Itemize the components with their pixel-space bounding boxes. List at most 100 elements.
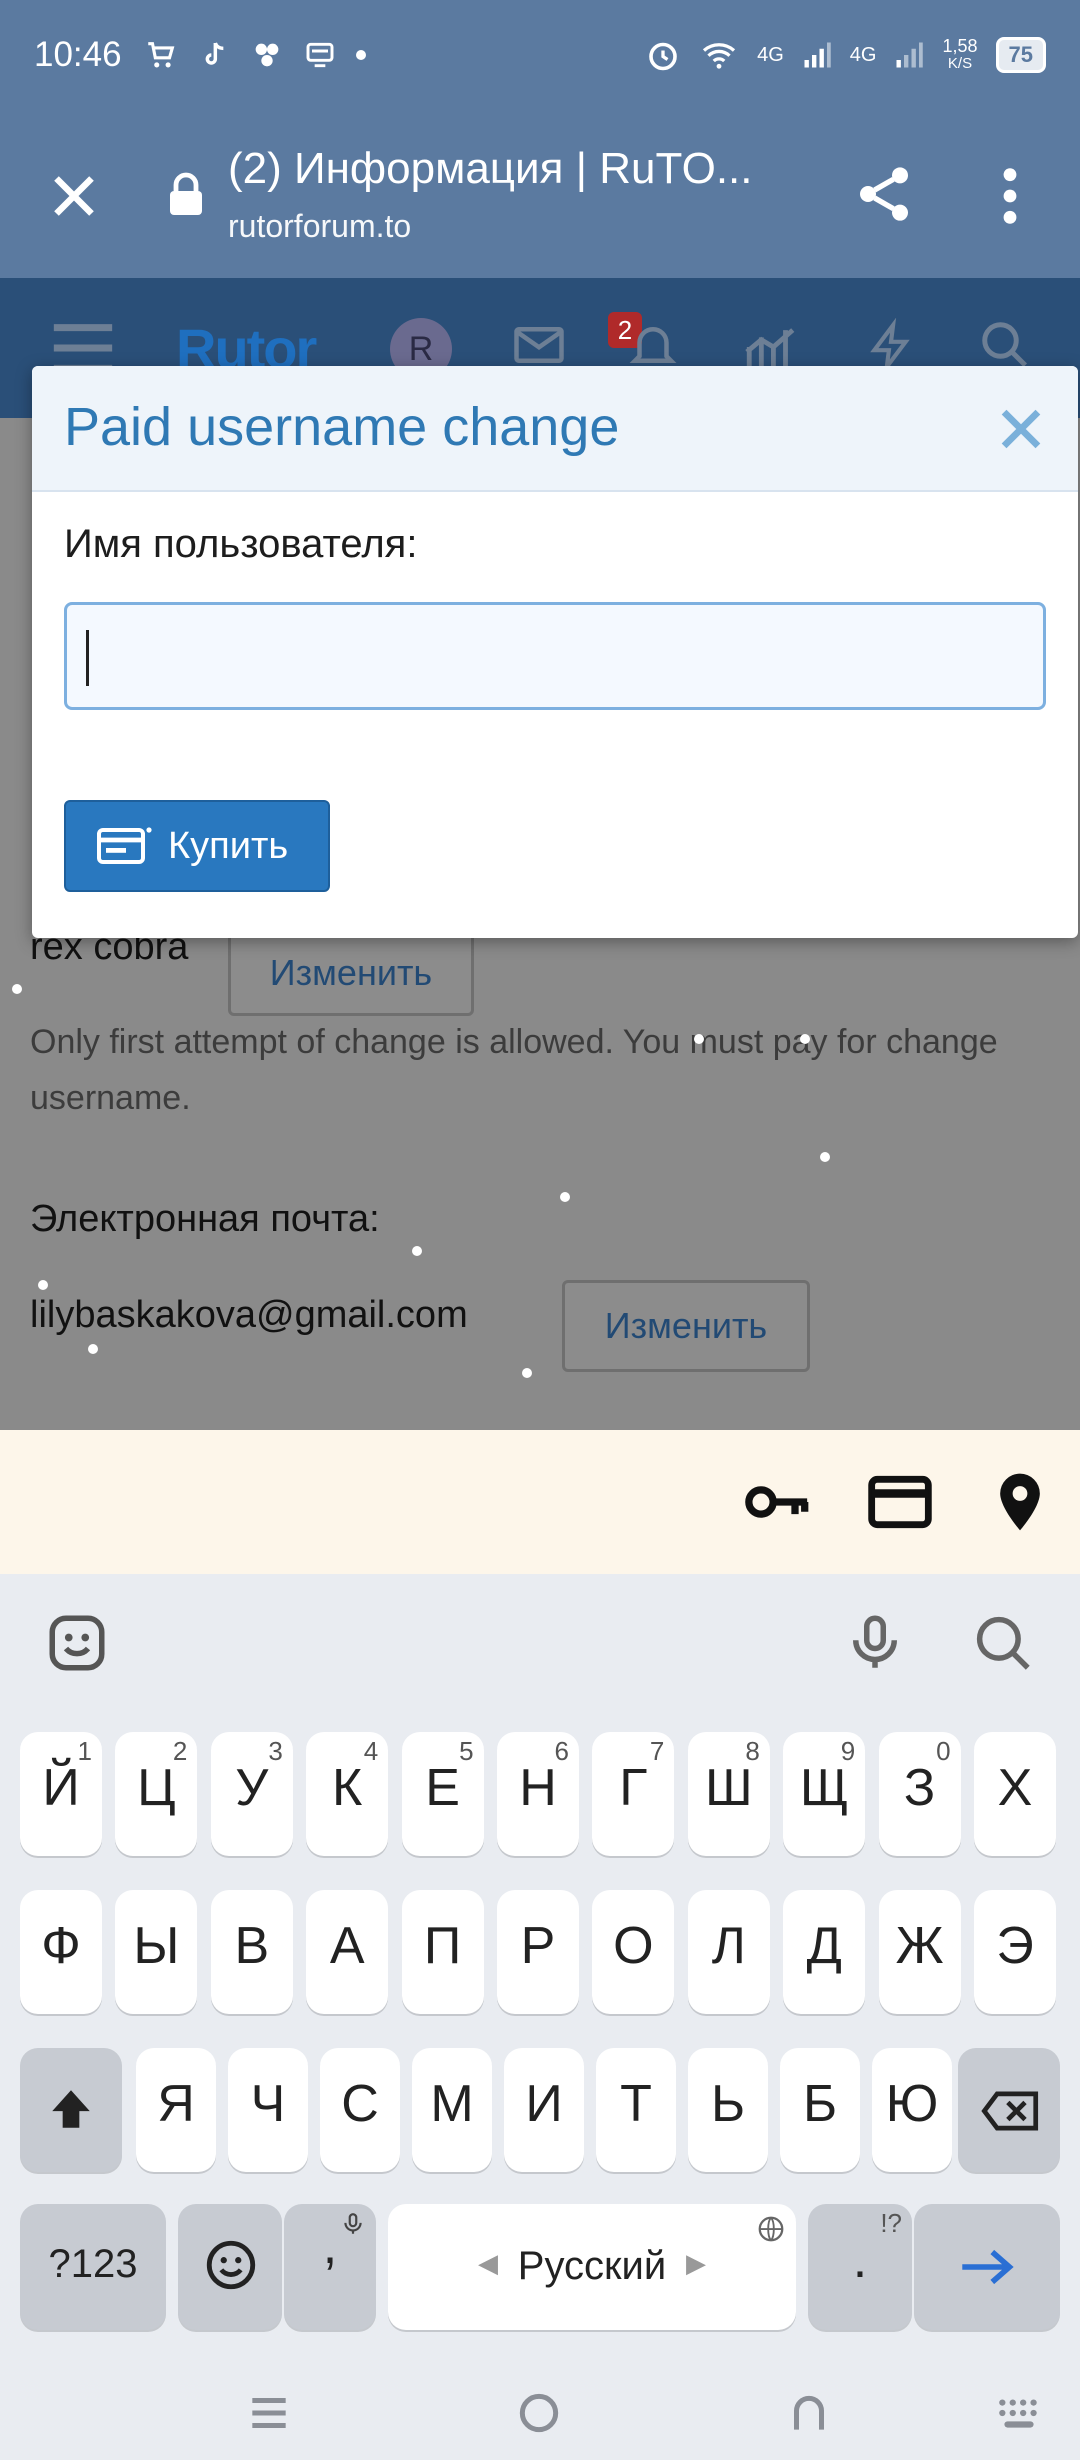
backspace-icon: [981, 2091, 1039, 2131]
key-Д[interactable]: Д: [783, 1890, 866, 2014]
mail-icon[interactable]: [512, 318, 566, 372]
key-К[interactable]: К4: [306, 1732, 389, 1856]
change-email-button[interactable]: Изменить: [562, 1280, 810, 1372]
change-username-button[interactable]: Изменить: [228, 930, 474, 1016]
notification-icons: [144, 38, 366, 72]
buy-button[interactable]: Купить: [64, 800, 330, 892]
key-М[interactable]: М: [412, 2048, 492, 2172]
key-number-hint: 8: [745, 1736, 760, 1766]
key-label: Ь: [710, 2075, 746, 2133]
email-value: lilybaskakova@gmail.com: [30, 1294, 468, 1336]
sticker-icon[interactable]: [44, 1610, 110, 1676]
key-Ж[interactable]: Ж: [878, 1890, 961, 2014]
key-Щ[interactable]: Щ9: [783, 1732, 866, 1856]
key-Л[interactable]: Л: [687, 1890, 770, 2014]
key-И[interactable]: И: [504, 2048, 584, 2172]
key-Н[interactable]: Н6: [497, 1732, 579, 1856]
page-title[interactable]: (2) Информация | RuTO...: [228, 144, 753, 194]
key-Ц[interactable]: Ц2: [115, 1732, 198, 1856]
key-label: Ф: [41, 1917, 81, 1975]
close-icon[interactable]: [992, 400, 1050, 458]
lock-icon[interactable]: [166, 170, 206, 220]
key-Г[interactable]: Г7: [592, 1732, 675, 1856]
key-Й[interactable]: Й1: [20, 1732, 102, 1856]
microphone-icon[interactable]: [842, 1610, 908, 1676]
keyboard-search-icon[interactable]: [970, 1610, 1036, 1676]
key-Т[interactable]: Т: [596, 2048, 676, 2172]
key-Э[interactable]: Э: [974, 1890, 1056, 2014]
signal-icon-2: [896, 42, 924, 68]
recent-apps-icon[interactable]: [244, 2388, 294, 2438]
key-Е[interactable]: Е5: [401, 1732, 484, 1856]
snowflake: [412, 1246, 422, 1256]
key-З[interactable]: З0: [878, 1732, 961, 1856]
key-А[interactable]: А: [306, 1890, 389, 2014]
alarm-icon: [649, 42, 677, 71]
backspace-key[interactable]: [958, 2048, 1060, 2172]
symbols-key[interactable]: ?123: [20, 2204, 166, 2330]
key-icon[interactable]: [744, 1468, 812, 1536]
key-С[interactable]: С: [320, 2048, 400, 2172]
signal-icon-1: [804, 42, 831, 68]
news-icon: [306, 42, 334, 68]
enter-key[interactable]: [914, 2204, 1060, 2330]
key-label: Т: [620, 2075, 652, 2133]
key-label: В: [234, 1917, 270, 1975]
keyboard-toolbar: [0, 1574, 1080, 1714]
snowflake: [88, 1344, 98, 1354]
key-number-hint: 6: [554, 1736, 569, 1766]
emoji-key[interactable]: [178, 2204, 282, 2330]
key-У[interactable]: У3: [210, 1732, 293, 1856]
arrow-right-icon: [962, 2249, 1014, 2285]
key-В[interactable]: В: [210, 1890, 293, 2014]
location-pin-icon[interactable]: [986, 1468, 1054, 1536]
key-number-hint: 1: [77, 1736, 92, 1766]
signal-label-1: 4G: [757, 43, 784, 66]
email-label: Электронная почта:: [30, 1198, 380, 1240]
key-number-hint: 3: [268, 1736, 283, 1766]
share-icon[interactable]: [852, 162, 916, 226]
home-icon[interactable]: [514, 2388, 564, 2438]
key-label: Ю: [885, 2075, 939, 2133]
key-Ч[interactable]: Ч: [228, 2048, 308, 2172]
key-Х[interactable]: Х: [974, 1732, 1056, 1856]
page-url[interactable]: rutorforum.to: [228, 208, 411, 245]
key-Ю[interactable]: Ю: [872, 2048, 952, 2172]
keyboard-hide-icon[interactable]: [994, 2388, 1044, 2438]
username-input[interactable]: [64, 602, 1046, 710]
community-icon: [255, 43, 278, 67]
key-label: Р: [520, 1917, 556, 1975]
comma-key[interactable]: ,: [284, 2204, 376, 2330]
status-time: 10:46: [34, 35, 122, 74]
key-label: .: [852, 2231, 868, 2289]
snowflake: [38, 1280, 48, 1290]
bell-icon[interactable]: [626, 318, 680, 372]
close-tab-icon[interactable]: [44, 166, 104, 226]
key-label: Б: [802, 2075, 838, 2133]
space-key[interactable]: Русский ◀ ▶: [388, 2204, 796, 2330]
key-Ы[interactable]: Ы: [115, 1890, 198, 2014]
dialog-title: Paid username change: [64, 397, 620, 457]
key-Ь[interactable]: Ь: [688, 2048, 768, 2172]
back-icon[interactable]: [784, 2388, 834, 2438]
key-label: О: [613, 1917, 654, 1975]
period-key[interactable]: .!?: [808, 2204, 912, 2330]
key-number-hint: !?: [880, 2208, 902, 2238]
key-Ш[interactable]: Ш8: [687, 1732, 770, 1856]
key-label: Н: [519, 1759, 557, 1817]
search-icon[interactable]: [978, 318, 1032, 372]
key-Б[interactable]: Б: [780, 2048, 860, 2172]
key-П[interactable]: П: [401, 1890, 484, 2014]
key-label: Щ: [799, 1759, 849, 1817]
key-Я[interactable]: Я: [136, 2048, 216, 2172]
shift-key[interactable]: [20, 2048, 122, 2172]
key-Ф[interactable]: Ф: [20, 1890, 102, 2014]
key-О[interactable]: О: [592, 1890, 675, 2014]
more-options-icon[interactable]: [990, 164, 1030, 228]
mic-hint-icon: [344, 2213, 362, 2234]
payment-card-icon[interactable]: [866, 1468, 934, 1536]
wifi-icon: [702, 43, 736, 69]
key-label: Х: [997, 1759, 1033, 1817]
browser-toolbar: (2) Информация | RuTO... rutorforum.to: [0, 110, 1080, 278]
key-Р[interactable]: Р: [497, 1890, 579, 2014]
